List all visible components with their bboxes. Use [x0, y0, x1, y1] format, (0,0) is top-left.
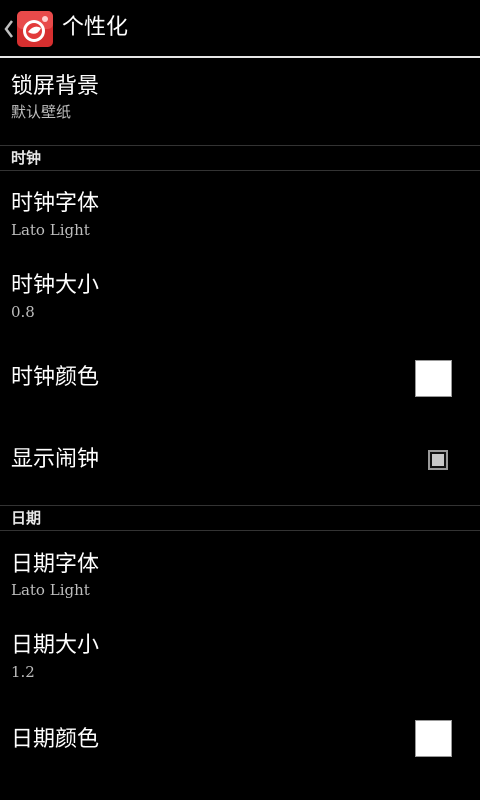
category-label-clock: 时钟 [11, 149, 42, 167]
pref-clock-size-summary: 0.8 [11, 303, 35, 321]
pref-lock-background-title: 锁屏背景 [11, 74, 100, 99]
pref-clock-font[interactable]: 时钟字体 Lato Light [0, 172, 480, 254]
date-color-swatch[interactable] [415, 720, 452, 757]
checkbox-checked-indicator [432, 454, 444, 466]
pref-clock-font-title: 时钟字体 [11, 191, 100, 216]
pref-clock-size[interactable]: 时钟大小 0.8 [0, 254, 480, 336]
pref-lock-background[interactable]: 锁屏背景 默认壁纸 [0, 60, 480, 144]
app-logo-icon[interactable] [16, 10, 54, 48]
pref-date-font-summary: Lato Light [11, 581, 90, 599]
category-header-clock: 时钟 [0, 145, 480, 171]
action-bar: 个性化 [0, 0, 480, 58]
pref-date-color-title: 日期颜色 [11, 727, 100, 752]
pref-clock-color[interactable]: 时钟颜色 [0, 338, 480, 420]
pref-lock-background-summary: 默认壁纸 [11, 103, 72, 121]
show-alarm-checkbox[interactable] [428, 450, 448, 470]
pref-date-font-title: 日期字体 [11, 552, 100, 577]
clock-color-swatch[interactable] [415, 360, 452, 397]
pref-date-color[interactable]: 日期颜色 [0, 698, 480, 780]
page-title: 个性化 [62, 15, 129, 40]
pref-date-size[interactable]: 日期大小 1.2 [0, 614, 480, 696]
category-label-date: 日期 [11, 509, 42, 527]
pref-show-alarm-title: 显示闹钟 [11, 447, 100, 472]
pref-date-size-title: 日期大小 [11, 633, 100, 658]
pref-clock-font-summary: Lato Light [11, 221, 90, 239]
category-header-date: 日期 [0, 505, 480, 531]
pref-clock-color-title: 时钟颜色 [11, 365, 100, 390]
pref-date-size-summary: 1.2 [11, 663, 35, 681]
pref-date-font[interactable]: 日期字体 Lato Light [0, 532, 480, 614]
pref-show-alarm[interactable]: 显示闹钟 [0, 420, 480, 502]
pref-clock-size-title: 时钟大小 [11, 273, 100, 298]
chevron-left-icon[interactable] [4, 18, 14, 40]
